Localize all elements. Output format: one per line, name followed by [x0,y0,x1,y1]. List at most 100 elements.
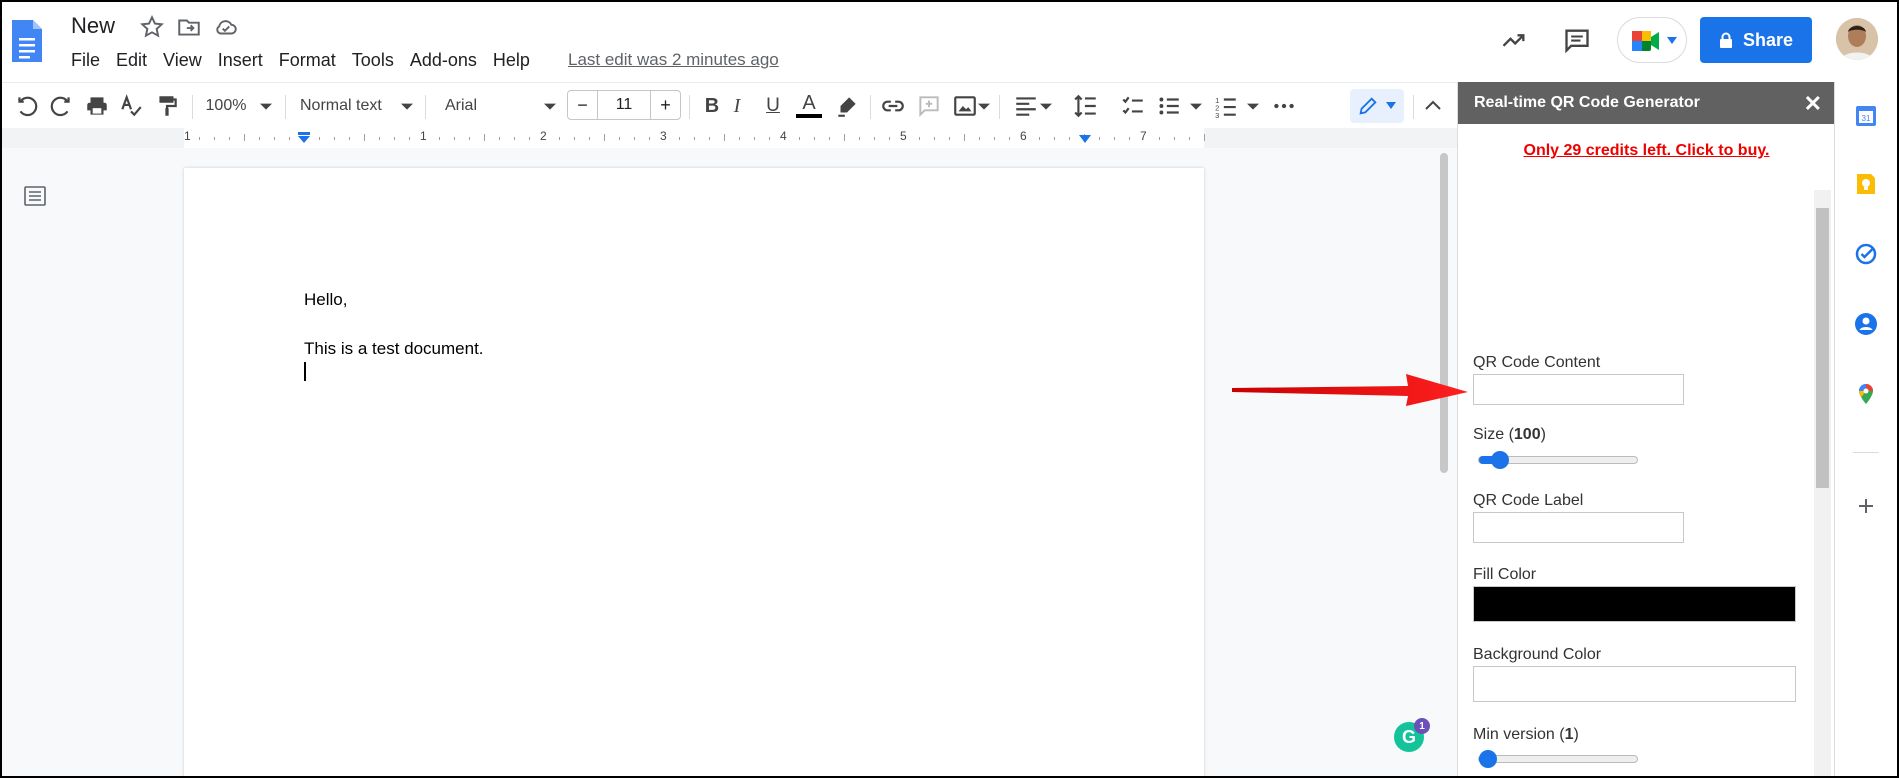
side-panel-rail: 31 [1834,82,1897,778]
right-indent-marker-icon[interactable] [1078,134,1092,144]
tasks-icon[interactable] [1854,242,1878,266]
document-page[interactable]: Hello, This is a test document. [184,168,1204,778]
ruler-tick [1099,137,1100,140]
left-indent-marker-icon[interactable] [297,132,311,144]
avatar[interactable] [1836,18,1878,60]
paragraph-style-select[interactable]: Normal text [300,83,390,129]
buy-credits-link[interactable]: Only 29 credits left. Click to buy. [1458,142,1835,160]
undo-icon[interactable] [14,83,40,129]
checklist-icon[interactable] [1120,83,1146,129]
top-bar: New File Edit View Insert Format Tools A… [0,0,1899,82]
ruler-tick [289,137,290,140]
numbered-list-icon[interactable]: 123 [1213,83,1239,129]
meet-button[interactable] [1617,17,1687,63]
ruler-tick [1174,137,1175,140]
background-color-input[interactable] [1473,666,1796,702]
size-label: Size (100) [1473,426,1546,444]
menu-bar: File Edit View Insert Format Tools Add-o… [71,50,546,71]
chevron-down-icon[interactable] [260,83,272,129]
chevron-down-icon[interactable] [544,83,556,129]
document-title[interactable]: New [71,13,115,39]
size-slider-handle[interactable] [1491,451,1509,469]
annotation-arrow-icon [1232,374,1468,406]
chevron-down-icon[interactable] [978,83,990,129]
paint-format-icon[interactable] [154,83,180,129]
min-version-slider[interactable] [1478,750,1638,768]
share-button[interactable]: Share [1700,17,1812,63]
add-comment-icon[interactable] [916,83,942,129]
bulleted-list-icon[interactable] [1156,83,1182,129]
italic-button[interactable]: I [722,83,752,129]
highlight-color-icon[interactable] [834,83,860,129]
hide-menus-icon[interactable] [1421,83,1445,129]
editing-mode-button[interactable] [1350,89,1404,123]
panel-scrollbar-thumb[interactable] [1816,208,1829,488]
chevron-down-icon[interactable] [401,83,413,129]
activity-trend-icon[interactable] [1500,26,1528,54]
ruler-tick [319,137,320,140]
keep-icon[interactable] [1854,172,1878,196]
menu-tools[interactable]: Tools [352,50,394,71]
decrease-font-size-button[interactable]: − [568,91,598,119]
align-left-icon[interactable] [1013,83,1039,129]
font-size-input[interactable]: 11 [598,91,650,119]
maps-icon[interactable] [1854,382,1878,406]
insert-link-icon[interactable] [880,83,906,129]
menu-help[interactable]: Help [493,50,530,71]
insert-image-icon[interactable] [952,83,978,129]
ruler-tick [484,134,485,141]
line-spacing-icon[interactable] [1073,83,1099,129]
ruler-tick [859,137,860,140]
ruler-tick [844,134,845,141]
ruler[interactable]: 1 1 2 3 4 5 6 7 [0,128,1457,148]
qr-content-input[interactable] [1473,374,1684,405]
print-icon[interactable] [84,83,110,129]
document-outline-icon[interactable] [24,186,46,206]
document-scrollbar[interactable] [1440,153,1448,473]
calendar-icon[interactable]: 31 [1854,104,1878,128]
ruler-tick [1054,137,1055,140]
rail-divider [1853,452,1879,453]
cloud-saved-icon[interactable] [213,14,239,40]
chevron-down-icon[interactable] [1040,83,1052,129]
comment-icon[interactable] [1563,26,1591,54]
menu-insert[interactable]: Insert [218,50,263,71]
more-options-icon[interactable] [1271,83,1297,129]
spellcheck-icon[interactable] [118,83,144,129]
size-slider[interactable] [1478,451,1638,469]
ruler-tick [469,137,470,140]
menu-view[interactable]: View [163,50,202,71]
toolbar: 100% Normal text Arial B I U A 123 [0,82,1457,128]
qr-label-input[interactable] [1473,512,1684,543]
min-version-slider-handle[interactable] [1479,750,1497,768]
background-color-label: Background Color [1473,646,1602,663]
ruler-tick [199,137,200,140]
ruler-tick [1204,134,1205,141]
fill-color-input[interactable] [1473,586,1796,622]
menu-file[interactable]: File [71,50,100,71]
increase-font-size-button[interactable]: + [650,91,680,119]
underline-button[interactable]: U [758,83,788,129]
chevron-down-icon [1386,102,1396,109]
text-color-button[interactable]: A [794,83,824,129]
ruler-tick [1009,137,1010,140]
qr-content-label: QR Code Content [1473,354,1601,371]
ruler-tick [919,137,920,140]
docs-logo-icon[interactable] [10,18,44,64]
chevron-down-icon[interactable] [1190,83,1202,129]
menu-edit[interactable]: Edit [116,50,147,71]
last-edit-link[interactable]: Last edit was 2 minutes ago [568,50,779,70]
contacts-icon[interactable] [1854,312,1878,336]
zoom-select[interactable]: 100% [205,83,247,129]
chevron-down-icon[interactable] [1247,83,1259,129]
ruler-number: 1 [420,129,427,143]
redo-icon[interactable] [48,83,74,129]
ruler-number: 7 [1140,129,1147,143]
menu-format[interactable]: Format [279,50,336,71]
font-select[interactable]: Arial [445,83,505,129]
add-icon[interactable] [1854,494,1878,518]
close-icon[interactable]: ✕ [1804,91,1822,117]
move-to-folder-icon[interactable] [176,14,202,40]
star-icon[interactable] [139,14,165,40]
menu-add-ons[interactable]: Add-ons [410,50,477,71]
